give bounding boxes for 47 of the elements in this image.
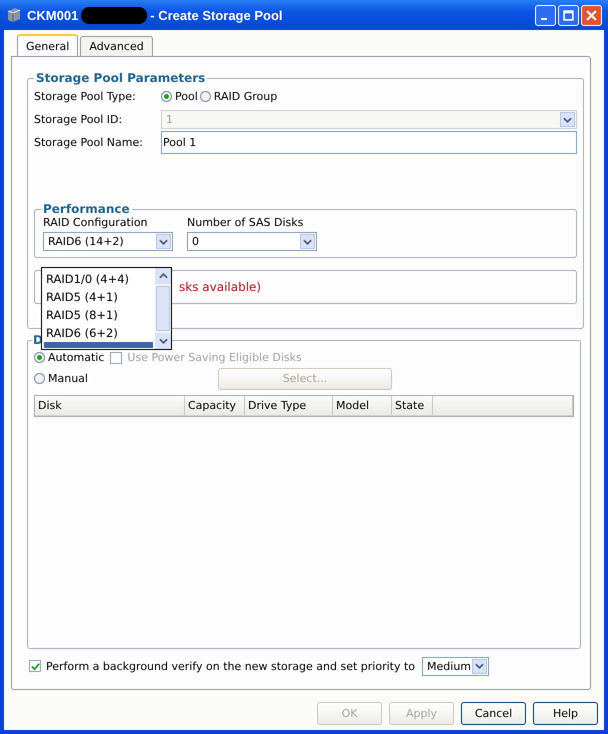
minimize-button[interactable]	[535, 4, 556, 26]
tab[interactable]: Advanced	[80, 36, 153, 56]
maximize-button[interactable]	[558, 4, 579, 26]
pool-name-field[interactable]: Pool 1	[161, 131, 577, 154]
dropdown-option[interactable]: RAID1/0 (4+4)	[42, 270, 155, 288]
scroll-up-icon[interactable]	[155, 268, 171, 284]
field-label: Storage Pool ID:	[34, 113, 124, 126]
group-title: Performance	[42, 202, 131, 216]
field-label: Storage Pool Type:	[34, 90, 137, 103]
radio-button[interactable]: Manual	[34, 372, 216, 385]
close-button[interactable]	[581, 4, 602, 26]
caret-icon	[560, 112, 575, 127]
priority-dropdown[interactable]: Medium	[422, 656, 490, 676]
window-title-prefix: CKM001	[27, 8, 78, 22]
field-label: RAID Configuration	[43, 216, 149, 229]
window-title: - Create Storage Pool	[150, 8, 282, 22]
raid-dropdown[interactable]: RAID6 (14+2)	[43, 232, 173, 251]
minimize-icon	[541, 18, 547, 20]
scroll-down-icon[interactable]	[155, 333, 171, 349]
caret-icon	[156, 234, 171, 249]
dialog-button[interactable]: Help	[533, 702, 598, 725]
caret-icon	[472, 658, 488, 674]
dropdown-option[interactable]: RAID5 (4+1)	[42, 288, 155, 306]
caret-icon	[300, 234, 315, 249]
column-header[interactable]: Capacity	[185, 396, 245, 415]
dropdown-option[interactable]: RAID6 (6+2)	[42, 324, 155, 342]
column-header[interactable]: Disk	[35, 396, 185, 415]
radio-button[interactable]: RAID Group	[200, 90, 278, 103]
checkbox[interactable]: Perform a background verify on the new storage and set priority to	[29, 660, 416, 672]
scrollbar[interactable]	[155, 268, 171, 349]
cube-icon	[6, 7, 22, 23]
close-icon	[586, 10, 597, 20]
checkmark-icon	[30, 662, 40, 670]
field-label: Storage Pool Name:	[34, 136, 144, 149]
column-header[interactable]: Model	[333, 396, 392, 415]
disk-count-dropdown[interactable]: 0	[187, 232, 317, 251]
column-header[interactable]: State	[392, 396, 433, 415]
group-title: Storage Pool Parameters	[35, 71, 206, 85]
dialog-button[interactable]: Cancel	[461, 702, 526, 725]
availability-message: sks available)	[179, 280, 262, 294]
radio-button[interactable]: Pool	[161, 90, 198, 103]
radio-button[interactable]: Automatic	[34, 351, 104, 364]
dropdown-option[interactable]: RAID5 (8+1)	[42, 306, 155, 324]
field-label: Number of SAS Disks	[187, 216, 304, 229]
column-header[interactable]: Drive Type	[245, 396, 333, 415]
tab[interactable]: General	[17, 34, 78, 56]
maximize-icon	[563, 10, 574, 20]
